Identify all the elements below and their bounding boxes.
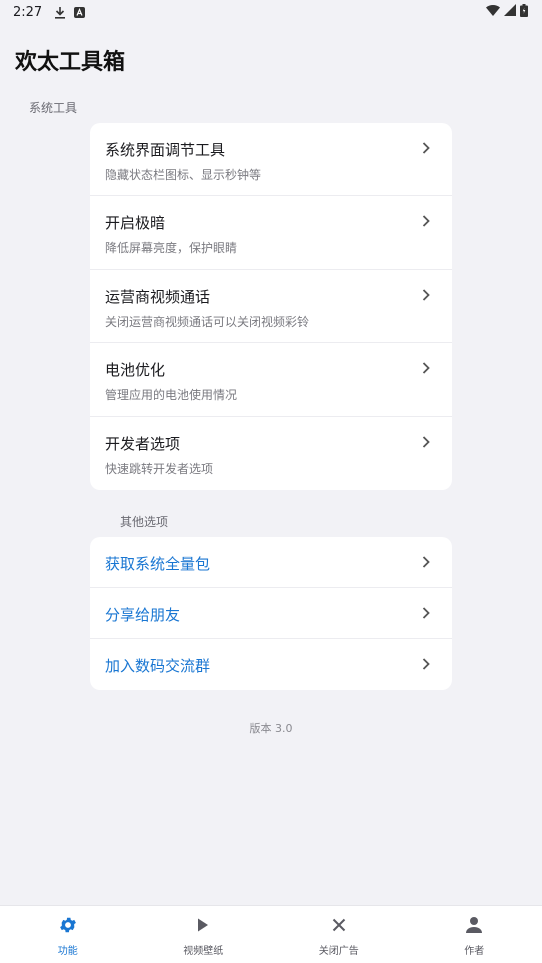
item-title: 开发者选项 bbox=[105, 434, 181, 453]
nav-tab-video-wallpaper[interactable]: 视频壁纸 bbox=[136, 906, 272, 963]
item-title-link: 加入数码交流群 bbox=[105, 657, 211, 675]
chevron-right-icon bbox=[422, 362, 430, 374]
nav-tab-close-ads[interactable]: 关闭广告 bbox=[271, 906, 407, 963]
item-desc: 关闭运营商视频通话可以关闭视频彩铃 bbox=[105, 314, 310, 329]
page-title: 欢太工具箱 bbox=[15, 50, 126, 75]
list-item-battery-optimization[interactable]: 电池优化 管理应用的电池使用情况 bbox=[90, 343, 452, 417]
list-item-join-group[interactable]: 加入数码交流群 bbox=[90, 639, 452, 690]
item-title-link: 获取系统全量包 bbox=[105, 555, 211, 573]
section-label-system: 系统工具 bbox=[29, 101, 78, 115]
chevron-right-icon bbox=[422, 142, 430, 154]
item-desc: 降低屏幕亮度，保护眼睛 bbox=[105, 241, 238, 256]
wifi-icon bbox=[486, 4, 500, 20]
signal-icon bbox=[504, 4, 516, 20]
item-title: 运营商视频通话 bbox=[105, 287, 211, 306]
nav-label: 功能 bbox=[57, 946, 78, 957]
nav-label: 视频壁纸 bbox=[183, 946, 224, 957]
status-time: 2:27 bbox=[13, 4, 43, 20]
status-right-icons bbox=[486, 3, 528, 21]
bottom-navigation: 功能 视频壁纸 关闭广告 作者 bbox=[0, 905, 542, 963]
item-title-link: 分享给朋友 bbox=[105, 606, 181, 624]
list-item-carrier-video-call[interactable]: 运营商视频通话 关闭运营商视频通话可以关闭视频彩铃 bbox=[90, 270, 452, 344]
system-tools-card: 系统界面调节工具 隐藏状态栏图标、显示秒钟等 开启极暗 降低屏幕亮度，保护眼睛 … bbox=[90, 123, 452, 490]
close-icon bbox=[328, 914, 350, 936]
section-label-other: 其他选项 bbox=[120, 515, 169, 529]
other-options-card: 获取系统全量包 分享给朋友 加入数码交流群 bbox=[90, 537, 452, 690]
a-notification-icon bbox=[74, 6, 86, 18]
battery-icon bbox=[520, 3, 528, 21]
status-bar: 2:27 bbox=[0, 0, 542, 24]
nav-tab-features[interactable]: 功能 bbox=[0, 906, 136, 963]
person-icon bbox=[463, 914, 485, 936]
nav-label: 作者 bbox=[464, 946, 485, 957]
item-title: 电池优化 bbox=[105, 361, 166, 380]
item-title: 开启极暗 bbox=[105, 214, 166, 233]
nav-label: 关闭广告 bbox=[318, 946, 359, 957]
list-item-share[interactable]: 分享给朋友 bbox=[90, 588, 452, 639]
list-item-developer-options[interactable]: 开发者选项 快速跳转开发者选项 bbox=[90, 417, 452, 490]
item-desc: 快速跳转开发者选项 bbox=[105, 461, 214, 476]
play-icon bbox=[192, 914, 214, 936]
list-item-ui-tuner[interactable]: 系统界面调节工具 隐藏状态栏图标、显示秒钟等 bbox=[90, 123, 452, 197]
chevron-right-icon bbox=[422, 435, 430, 448]
chevron-right-icon bbox=[422, 289, 430, 301]
app-screen: 2:27 欢太工具箱 系统工具 系统界面调节工具 隐藏状态栏图标、显示秒钟等 开… bbox=[0, 0, 542, 963]
chevron-right-icon bbox=[422, 607, 430, 619]
item-title: 系统界面调节工具 bbox=[105, 141, 226, 159]
list-item-extra-dim[interactable]: 开启极暗 降低屏幕亮度，保护眼睛 bbox=[90, 196, 452, 270]
nav-tab-author[interactable]: 作者 bbox=[407, 906, 542, 963]
download-icon bbox=[54, 6, 66, 19]
chevron-right-icon bbox=[422, 658, 430, 670]
chevron-right-icon bbox=[422, 215, 430, 228]
item-desc: 管理应用的电池使用情况 bbox=[105, 388, 238, 403]
chevron-right-icon bbox=[422, 556, 430, 568]
list-item-full-package[interactable]: 获取系统全量包 bbox=[90, 537, 452, 588]
version-text: 版本 3.0 bbox=[249, 722, 293, 735]
gear-icon bbox=[57, 914, 79, 936]
item-desc: 隐藏状态栏图标、显示秒钟等 bbox=[105, 168, 262, 182]
